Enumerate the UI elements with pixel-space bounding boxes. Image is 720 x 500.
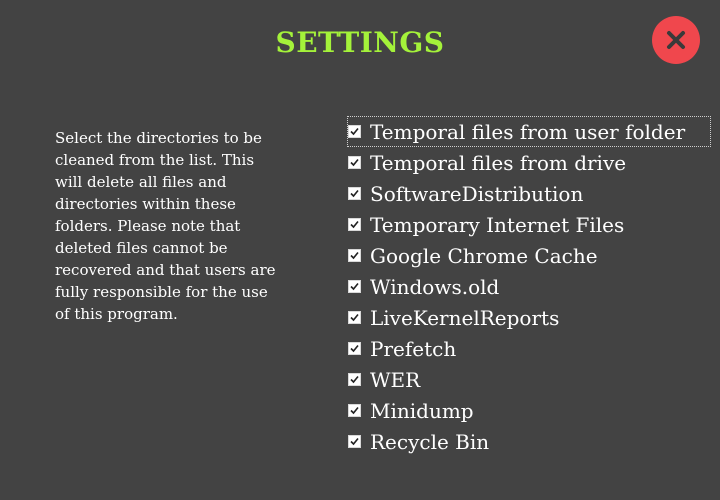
directory-item-prefetch[interactable]: Prefetch	[347, 333, 711, 364]
directory-item-temporal-user[interactable]: Temporal files from user folder	[347, 116, 711, 147]
settings-title: SETTINGS	[275, 26, 445, 59]
directory-label: Windows.old	[370, 274, 500, 299]
directory-item-chrome-cache[interactable]: Google Chrome Cache	[347, 240, 711, 271]
directory-label: Temporal files from drive	[370, 150, 627, 175]
checkmark-icon	[350, 375, 359, 384]
checkmark-icon	[350, 344, 359, 353]
checkmark-icon	[350, 127, 359, 136]
close-icon	[667, 31, 685, 49]
directory-checkbox[interactable]	[348, 373, 361, 386]
directory-item-recycle-bin[interactable]: Recycle Bin	[347, 426, 711, 457]
directory-checkbox[interactable]	[348, 156, 361, 169]
description-text: Select the directories to be cleaned fro…	[55, 129, 276, 323]
directory-item-temporal-drive[interactable]: Temporal files from drive	[347, 147, 711, 178]
checkmark-icon	[350, 313, 359, 322]
directory-list: Temporal files from user folder Temporal…	[347, 116, 711, 457]
directory-item-windows-old[interactable]: Windows.old	[347, 271, 711, 302]
directory-checkbox[interactable]	[348, 218, 361, 231]
directory-label: Recycle Bin	[370, 429, 490, 454]
close-button[interactable]	[652, 16, 700, 64]
directory-checkbox[interactable]	[348, 342, 361, 355]
directory-label: Temporary Internet Files	[370, 212, 625, 237]
directory-label: SoftwareDistribution	[370, 181, 584, 206]
directory-label: Prefetch	[370, 336, 457, 361]
directory-label: LiveKernelReports	[370, 305, 560, 330]
checkmark-icon	[350, 158, 359, 167]
directory-item-live-kernel-reports[interactable]: LiveKernelReports	[347, 302, 711, 333]
directory-label: Minidump	[370, 398, 474, 423]
directory-checkbox[interactable]	[348, 187, 361, 200]
directory-item-minidump[interactable]: Minidump	[347, 395, 711, 426]
directory-checkbox[interactable]	[348, 404, 361, 417]
directory-item-wer[interactable]: WER	[347, 364, 711, 395]
checkmark-icon	[350, 220, 359, 229]
directory-label: Temporal files from user folder	[370, 119, 686, 144]
directory-checkbox[interactable]	[348, 311, 361, 324]
checkmark-icon	[350, 282, 359, 291]
directory-label: WER	[370, 367, 421, 392]
directory-checkbox[interactable]	[348, 249, 361, 262]
directory-checkbox[interactable]	[348, 435, 361, 448]
directory-checkbox[interactable]	[348, 125, 361, 138]
directory-label: Google Chrome Cache	[370, 243, 598, 268]
checkmark-icon	[350, 406, 359, 415]
checkmark-icon	[350, 189, 359, 198]
directory-item-software-distribution[interactable]: SoftwareDistribution	[347, 178, 711, 209]
checkmark-icon	[350, 437, 359, 446]
checkmark-icon	[350, 251, 359, 260]
directory-item-temporary-internet-files[interactable]: Temporary Internet Files	[347, 209, 711, 240]
directory-checkbox[interactable]	[348, 280, 361, 293]
